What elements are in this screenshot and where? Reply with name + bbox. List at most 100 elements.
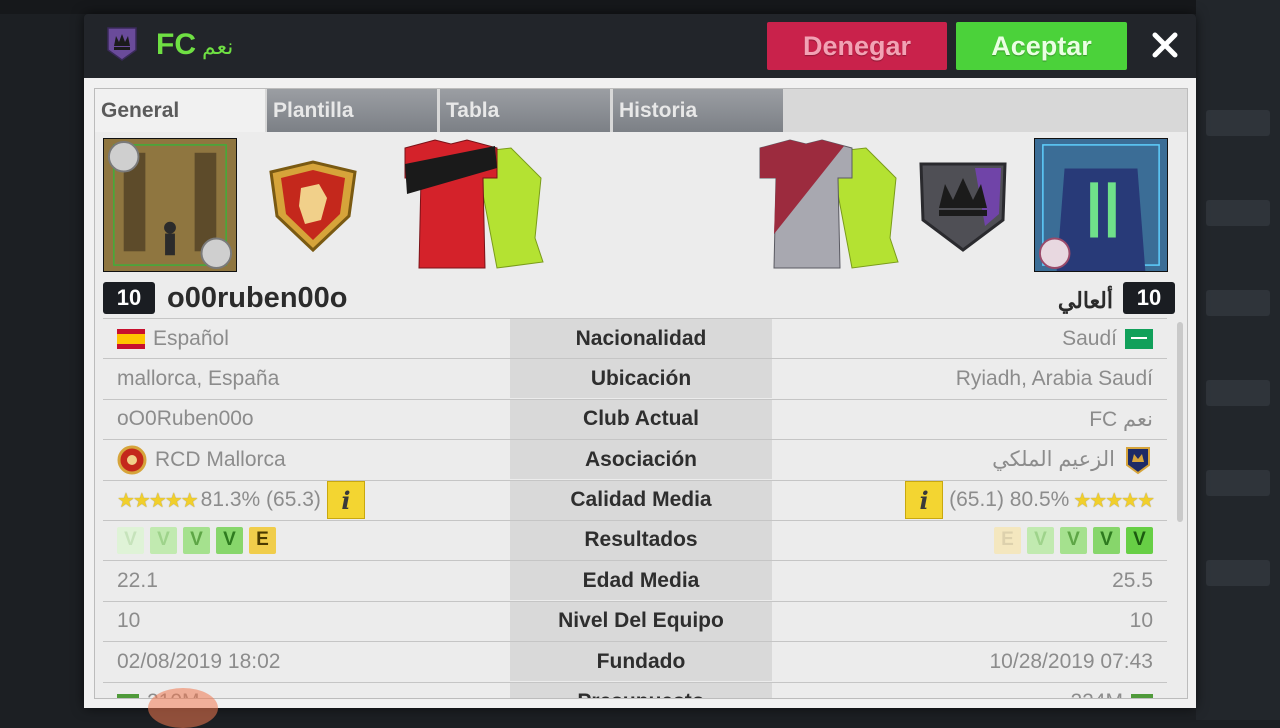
right-cell: Saudí [761,319,1153,358]
table-row: 02/08/2019 18:02 Fundado 10/28/2019 07:4… [103,641,1167,682]
left-founded: 02/08/2019 18:02 [117,649,281,673]
row-label: Ubicación [510,359,772,399]
right-cell: i (65.1) 80.5% ★★★★★ [761,481,1155,520]
result-badge: E [994,526,1021,554]
right-cell: 224M [761,683,1153,698]
left-cell: ★★★★★ 81.3% (65.3) i [117,481,509,520]
right-cell: الزعيم الملكي [761,440,1153,479]
row-label: Calidad Media [510,480,772,520]
table-row: mallorca, España Ubicación Ryiadh, Arabi… [103,358,1167,399]
right-club-crest-icon [919,162,1007,252]
right-average-age: 25.5 [1112,568,1153,592]
left-manager-avatar[interactable] [103,138,237,272]
table-row: 22.1 Edad Media 25.5 [103,560,1167,601]
spain-flag-icon [117,328,145,349]
row-label: Nivel Del Equipo [510,601,772,641]
scrollbar[interactable] [1177,322,1183,522]
background-row [1206,380,1270,406]
background-row [1206,110,1270,136]
right-founded: 10/28/2019 07:43 [989,649,1154,673]
association-emblem-icon [117,445,147,475]
right-current-club: FC نعم [1089,407,1153,431]
left-team-level-badge: 10 [103,282,155,314]
left-association[interactable]: RCD Mallorca [155,448,286,472]
background-sidebar [1196,0,1280,720]
saudi-flag-icon [1125,328,1153,349]
background-row [1206,560,1270,586]
left-results: V V V V E [117,521,509,560]
left-team-name: o00ruben00o [167,282,348,314]
quality-stars-icon: ★★★★★ [117,489,199,512]
background-top-bar [0,0,1280,14]
right-team-level-badge: 10 [1123,282,1175,314]
left-nationality: Español [153,326,229,350]
left-current-club: oO0Ruben00o [117,407,254,431]
title-arabic-text: نعم [202,34,234,59]
deny-button[interactable]: Denegar [767,22,947,70]
info-icon[interactable]: i [905,481,944,520]
table-row: 10 Nivel Del Equipo 10 [103,600,1167,641]
result-badge: V [1093,526,1120,554]
table-row: oO0Ruben00o Club Actual FC نعم [103,398,1167,439]
right-average-quality: (65.1) 80.5% [949,488,1070,512]
general-tab-content: 10 o00ruben00o ألعالي 10 Español Naciona… [94,132,1188,699]
row-label: Fundado [510,642,772,682]
left-average-age: 22.1 [117,568,158,592]
background-row [1206,290,1270,316]
table-row: 210M Presupuesto 224M [103,681,1167,698]
close-icon[interactable] [1148,28,1182,62]
association-emblem-icon [1126,446,1150,474]
club-badge-icon [107,27,137,61]
result-badge: V [216,526,243,554]
result-badge: V [1126,526,1153,554]
comparison-table: Español Nacionalidad Saudí mallorca, Esp… [103,318,1167,698]
info-icon[interactable]: i [326,481,365,520]
row-label: Resultados [510,520,772,560]
result-badge: E [249,526,276,554]
background-row [1206,200,1270,226]
left-cell: RCD Mallorca [117,440,509,479]
dialog-body: General Plantilla Tabla Historia 10 o00r… [84,78,1196,708]
row-label: Club Actual [510,399,772,439]
result-badge: V [1060,526,1087,554]
tab-plantilla[interactable]: Plantilla [267,89,437,133]
background-row [1206,470,1270,496]
right-location: Ryiadh, Arabia Saudí [955,366,1153,390]
row-label: Edad Media [510,561,772,601]
dialog-header: FC نعم Denegar Aceptar [84,14,1196,78]
row-label: Presupuesto [510,682,772,698]
left-team-kit-icon [404,139,544,269]
team-compare-dialog: FC نعم Denegar Aceptar General Plantilla … [84,14,1196,708]
table-row: V V V V E Resultados E V V V V [103,519,1167,560]
right-team-name: ألعالي [1057,288,1113,313]
result-badge: V [183,526,210,554]
right-team-kit-icon [759,139,899,269]
left-cell: Español [117,319,509,358]
table-row: RCD Mallorca Asociación الزعيم الملكي [103,439,1167,480]
right-association[interactable]: الزعيم الملكي [992,447,1115,472]
table-row: ★★★★★ 81.3% (65.3) i Calidad Media i (65… [103,479,1167,520]
tab-bar: General Plantilla Tabla Historia [94,88,1188,133]
right-team-level: 10 [1129,609,1153,633]
dialog-title: FC نعم [156,28,233,62]
tab-historia[interactable]: Historia [613,89,783,133]
tab-general[interactable]: General [95,89,265,133]
row-label: Nacionalidad [510,319,772,358]
right-results: E V V V V [761,521,1153,560]
left-club-crest-icon [269,160,357,253]
left-location: mallorca, España [117,366,280,390]
money-icon [117,694,139,698]
table-row: Español Nacionalidad Saudí [103,318,1167,358]
recording-indicator [148,688,218,728]
accept-button[interactable]: Aceptar [956,22,1127,70]
result-badge: V [150,526,177,554]
right-nationality: Saudí [1062,326,1117,350]
result-badge: V [117,526,144,554]
right-manager-avatar[interactable] [1034,138,1168,272]
money-icon [1131,694,1153,698]
tab-tabla[interactable]: Tabla [440,89,610,133]
result-badge: V [1027,526,1054,554]
left-average-quality: 81.3% (65.3) [200,488,321,512]
row-label: Asociación [510,440,772,480]
left-team-level: 10 [117,609,141,633]
